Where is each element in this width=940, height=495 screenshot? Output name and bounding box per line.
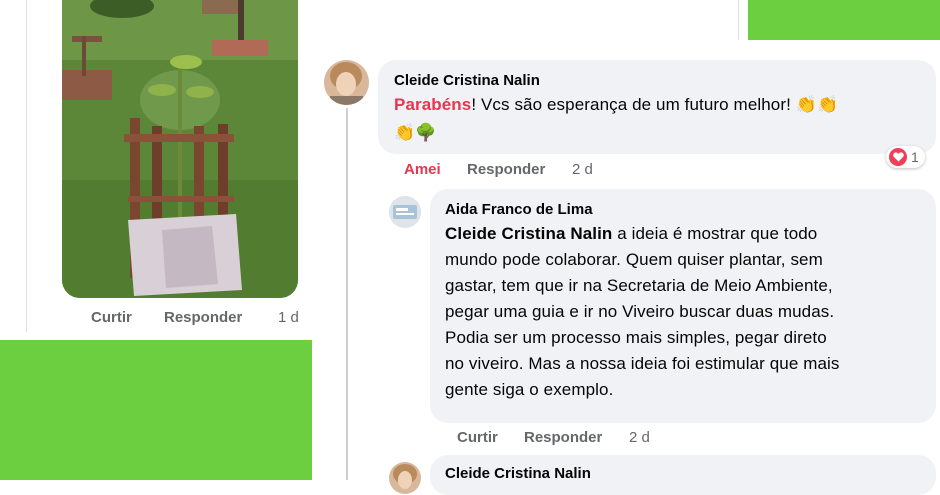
like-link[interactable]: Curtir	[457, 429, 498, 446]
comment-text: Parabéns! Vcs são esperança de um futuro…	[394, 92, 838, 118]
thread-line	[346, 108, 348, 480]
reply-author[interactable]: Aida Franco de Lima	[445, 201, 593, 218]
reply-link[interactable]: Responder	[467, 161, 545, 178]
reply-line: a ideia é mostrar que todo	[612, 224, 818, 243]
emoji-line: 👏🌳	[394, 123, 437, 142]
reply-line: pegar uma guia e ir no Viveiro buscar du…	[445, 302, 835, 321]
reply-text: Cleide Cristina Nalin a ideia é mostrar …	[445, 221, 930, 403]
reply-line: no viveiro. Mas a nossa ideia foi estimu…	[445, 354, 840, 373]
reply-line: gastar, tem que ir na Secretaria de Meio…	[445, 276, 833, 295]
reply-timestamp[interactable]: 2 d	[629, 429, 650, 446]
tree-planting-photo[interactable]	[62, 0, 298, 298]
reply-line: gente siga o exemplo.	[445, 380, 614, 399]
reaction-count: 1	[911, 149, 919, 165]
comment-body: ! Vcs são esperança de um futuro melhor!	[471, 95, 791, 114]
reaction-summary[interactable]: 1	[886, 146, 925, 168]
heart-icon	[889, 148, 907, 166]
reply-link[interactable]: Responder	[524, 429, 602, 446]
highlighted-word[interactable]: Parabéns	[394, 95, 471, 114]
left-divider	[26, 0, 27, 332]
green-block-top-right	[748, 0, 940, 40]
reacted-love-link[interactable]: Amei	[404, 161, 441, 178]
reply-author[interactable]: Cleide Cristina Nalin	[445, 465, 591, 482]
avatar[interactable]	[324, 60, 369, 105]
avatar[interactable]	[389, 196, 421, 228]
reply-line: Podia ser um processo mais simples, pega…	[445, 328, 827, 347]
comment-author[interactable]: Cleide Cristina Nalin	[394, 72, 540, 89]
mention-link[interactable]: Cleide Cristina Nalin	[445, 224, 612, 243]
photo-reply-link[interactable]: Responder	[164, 309, 242, 326]
clapping-emoji: 👏👏	[795, 95, 839, 114]
top-right-divider	[738, 0, 739, 40]
comment-timestamp[interactable]: 2 d	[572, 161, 593, 178]
reply-line: mundo pode colaborar. Quem quiser planta…	[445, 250, 823, 269]
green-block-bottom-left	[0, 340, 312, 480]
avatar[interactable]	[389, 462, 421, 494]
photo-timestamp[interactable]: 1 d	[278, 309, 299, 326]
photo-like-link[interactable]: Curtir	[91, 309, 132, 326]
